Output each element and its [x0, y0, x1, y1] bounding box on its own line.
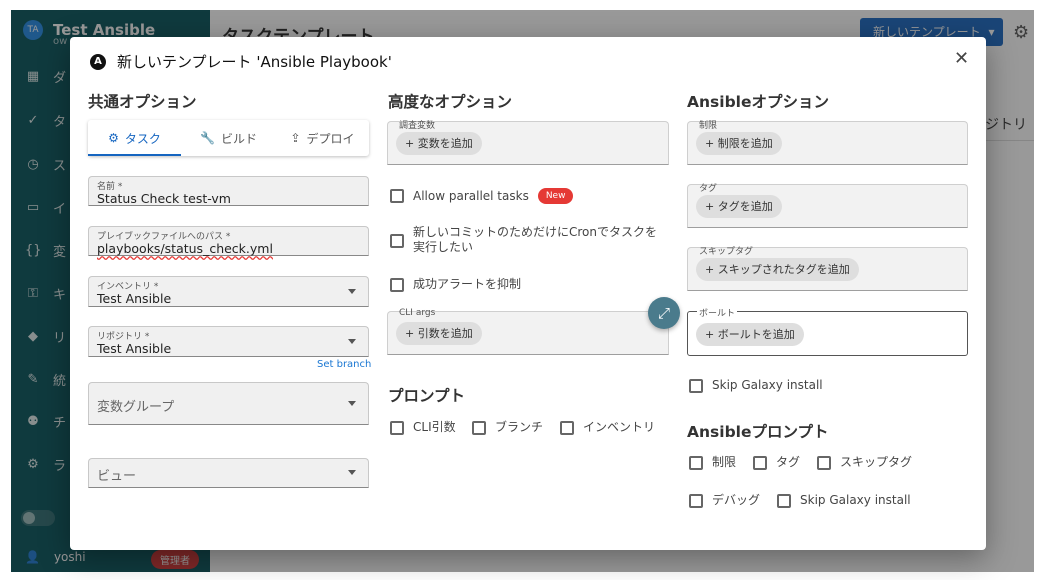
checkbox-box	[689, 493, 703, 508]
add-argument-chip[interactable]: + 引数を追加	[396, 322, 482, 345]
prompt-limit-checkbox[interactable]: 制限	[689, 455, 736, 470]
skip-galaxy-label: Skip Galaxy install	[712, 378, 823, 392]
add-vault-chip[interactable]: + ボールトを追加	[696, 323, 804, 346]
checkbox-box	[753, 455, 767, 470]
add-skip-tag-chip[interactable]: + スキップされたタグを追加	[696, 258, 859, 281]
prompt-cli-args-checkbox[interactable]: CLI引数	[390, 420, 456, 435]
ansible-options-heading: Ansibleオプション	[687, 93, 829, 111]
add-variable-chip[interactable]: + 変数を追加	[396, 132, 482, 155]
advanced-options-heading: 高度なオプション	[388, 93, 513, 111]
prompt-limit-label: 制限	[712, 455, 737, 469]
chevron-down-icon	[348, 400, 356, 406]
prompt-branch-label: ブランチ	[495, 420, 544, 434]
skip-tags-box: スキップタグ + スキップされたタグを追加	[687, 247, 968, 291]
prompt-skip-tags-label: スキップタグ	[840, 455, 913, 469]
prompt-inventory-label: インベントリ	[583, 420, 656, 434]
tab-build[interactable]: 🔧 ビルド	[182, 120, 275, 156]
allow-parallel-label: Allow parallel tasks	[413, 188, 529, 203]
checkbox-box	[390, 234, 404, 248]
prompt-debug-checkbox[interactable]: デバッグ	[689, 493, 760, 508]
checkbox-box	[689, 378, 703, 393]
add-limit-chip[interactable]: + 制限を追加	[696, 132, 782, 155]
cron-only-checkbox[interactable]: 新しいコミットのためだけにCronでタスクを 実行したい	[390, 225, 657, 255]
survey-variables-label: 調査変数	[399, 121, 436, 131]
prompt-inventory-checkbox[interactable]: インベントリ	[560, 420, 655, 435]
chevron-down-icon	[348, 470, 356, 475]
common-options-heading: 共通オプション	[88, 93, 197, 111]
prompt-tags-checkbox[interactable]: タグ	[753, 455, 800, 470]
dialog-header: A 新しいテンプレート 'Ansible Playbook'	[90, 51, 392, 72]
tab-label: デプロイ	[306, 131, 355, 146]
tags-label: タグ	[699, 184, 718, 194]
name-field[interactable]: 名前 * Status Check test-vm	[88, 176, 369, 206]
tab-deploy[interactable]: ⇪ デプロイ	[276, 120, 369, 156]
tab-task[interactable]: ⚙ タスク	[88, 120, 181, 156]
limit-label: 制限	[699, 121, 718, 131]
variable-group-select[interactable]: 変数グループ	[88, 382, 369, 425]
repository-value: Test Ansible	[97, 341, 172, 356]
deploy-icon: ⇪	[290, 131, 301, 145]
cli-args-label: CLI args	[399, 308, 436, 318]
ansible-logo-icon: A	[90, 53, 106, 70]
checkbox-box	[390, 189, 404, 203]
repository-select[interactable]: リポジトリ * Test Ansible	[88, 326, 369, 357]
checkbox-box	[817, 455, 831, 470]
cli-args-box: CLI args + 引数を追加	[387, 308, 669, 355]
add-tag-chip[interactable]: + タグを追加	[696, 195, 782, 218]
prompt-skip-tags-checkbox[interactable]: スキップタグ	[817, 455, 912, 470]
template-type-tabs: ⚙ タスク 🔧 ビルド ⇪ デプロイ	[88, 120, 369, 156]
ansible-prompt-heading: Ansibleプロンプト	[687, 423, 829, 441]
view-placeholder: ビュー	[97, 469, 137, 484]
close-icon[interactable]: ✕	[954, 50, 969, 68]
name-value: Status Check test-vm	[97, 191, 231, 206]
prompt-skip-galaxy-checkbox[interactable]: Skip Galaxy install	[777, 493, 911, 508]
skip-tags-label: スキップタグ	[699, 247, 754, 257]
prompt-debug-label: デバッグ	[712, 493, 761, 507]
checkbox-box	[390, 277, 404, 292]
prompt-tags-label: タグ	[776, 455, 801, 469]
cron-only-label: 新しいコミットのためだけにCronでタスクを 実行したい	[413, 225, 657, 255]
dialog-title: 新しいテンプレート 'Ansible Playbook'	[117, 53, 392, 71]
gear-icon: ⚙	[108, 131, 119, 145]
tags-box: タグ + タグを追加	[687, 184, 968, 228]
survey-variables-box: 調査変数 + 変数を追加	[387, 121, 669, 165]
prompt-cli-args-label: CLI引数	[413, 420, 456, 434]
limit-box: 制限 + 制限を追加	[687, 121, 968, 165]
tab-label: ビルド	[220, 131, 257, 146]
playbook-value: playbooks/status_check.yml	[97, 241, 273, 256]
new-template-dialog: A 新しいテンプレート 'Ansible Playbook' ✕ 共通オプション…	[70, 37, 986, 550]
chevron-down-icon	[348, 338, 356, 344]
vault-box: ボールト + ボールトを追加	[687, 306, 968, 356]
vault-label: ボールト	[697, 306, 738, 319]
suppress-success-label: 成功アラートを抑制	[413, 277, 522, 291]
expand-icon[interactable]: ⤢	[648, 297, 680, 329]
wrench-icon: 🔧	[200, 131, 215, 145]
prompt-skip-galaxy-label: Skip Galaxy install	[800, 493, 911, 507]
new-badge: New	[537, 188, 574, 204]
set-branch-link[interactable]: Set branch	[317, 359, 371, 370]
prompt-branch-checkbox[interactable]: ブランチ	[472, 420, 543, 435]
checkbox-box	[390, 420, 404, 435]
checkbox-box	[777, 493, 791, 508]
variable-group-placeholder: 変数グループ	[97, 400, 175, 415]
tab-label: タスク	[124, 131, 161, 146]
allow-parallel-checkbox[interactable]: Allow parallel tasks New	[390, 188, 574, 204]
checkbox-box	[560, 420, 574, 435]
checkbox-box	[689, 455, 703, 470]
prompt-heading: プロンプト	[388, 387, 466, 405]
checkbox-box	[472, 420, 486, 435]
chevron-down-icon	[348, 288, 356, 294]
skip-galaxy-checkbox[interactable]: Skip Galaxy install	[689, 378, 823, 393]
cron-only-label-line1: 新しいコミットのためだけにCronでタスクを	[413, 225, 657, 239]
inventory-select[interactable]: インベントリ * Test Ansible	[88, 276, 369, 307]
suppress-success-checkbox[interactable]: 成功アラートを抑制	[390, 277, 521, 292]
cron-only-label-line2: 実行したい	[413, 240, 474, 254]
playbook-path-field[interactable]: プレイブックファイルへのパス * playbooks/status_check.…	[88, 226, 369, 256]
view-select[interactable]: ビュー	[88, 458, 369, 488]
inventory-value: Test Ansible	[97, 291, 172, 306]
